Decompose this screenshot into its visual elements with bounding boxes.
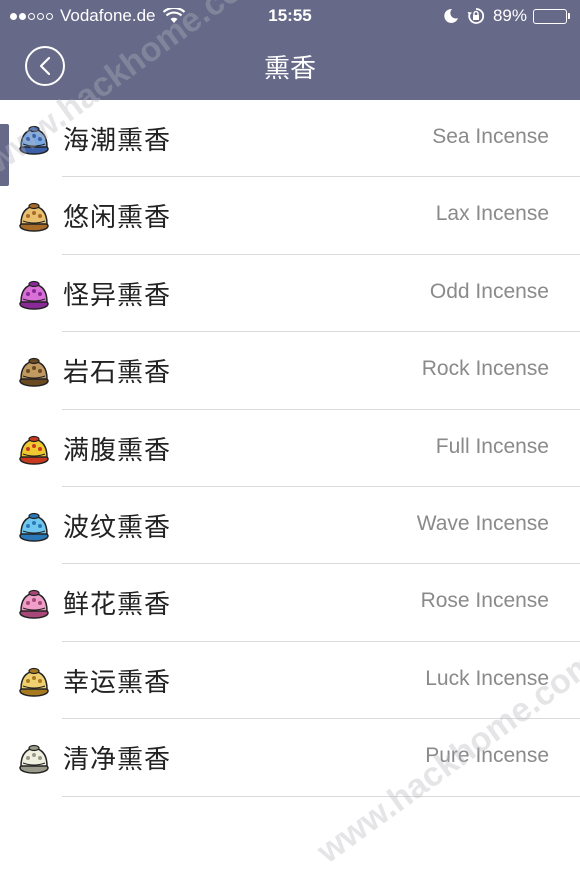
- rose-incense-icon: [19, 590, 49, 620]
- battery-icon: [533, 8, 570, 24]
- luck-incense-icon: [19, 667, 49, 697]
- item-english-name: Rose Incense: [420, 589, 549, 613]
- item-chinese-name: 怪异熏香: [63, 280, 172, 311]
- item-english-name: Sea Incense: [432, 125, 549, 148]
- list-item[interactable]: 海潮熏香 Sea Incense: [0, 100, 580, 178]
- navigation-bar: 熏香: [0, 30, 580, 100]
- item-chinese-name: 海潮熏香: [63, 126, 172, 156]
- lax-incense-icon: [19, 203, 49, 233]
- item-english-name: Rock Incense: [421, 357, 549, 381]
- sea-incense-icon: [19, 125, 49, 155]
- do-not-disturb-icon: [444, 8, 458, 23]
- item-english-name: Wave Incense: [416, 511, 549, 535]
- list-item[interactable]: 鲜花熏香 Rose Incense: [0, 564, 580, 643]
- list-item[interactable]: 波纹熏香 Wave Incense: [0, 487, 580, 565]
- item-english-name: Lax Incense: [435, 202, 549, 226]
- item-english-name: Odd Incense: [429, 279, 549, 303]
- item-chinese-name: 满腹熏香: [63, 435, 172, 466]
- item-chinese-name: 岩石熏香: [63, 358, 172, 389]
- odd-incense-icon: [19, 280, 49, 310]
- full-incense-icon: [19, 435, 49, 465]
- status-bar: Vodafone.de 15:55 89%: [0, 0, 580, 30]
- page-title: 熏香: [263, 54, 316, 84]
- item-english-name: Pure Incense: [425, 744, 549, 768]
- list-item[interactable]: 悠闲熏香 Lax Incense: [0, 177, 580, 256]
- list-item[interactable]: 怪异熏香 Odd Incense: [0, 255, 580, 333]
- item-chinese-name: 悠闲熏香: [63, 203, 172, 234]
- item-chinese-name: 鲜花熏香: [63, 590, 172, 621]
- list-item[interactable]: 清净熏香 Pure Incense: [0, 719, 580, 797]
- list-item[interactable]: 岩石熏香 Rock Incense: [0, 332, 580, 410]
- rock-incense-icon: [19, 358, 49, 387]
- item-chinese-name: 清净熏香: [63, 745, 172, 776]
- list-item[interactable]: 幸运熏香 Luck Incense: [0, 642, 580, 720]
- incense-list: 海潮熏香 Sea Incense 悠闲熏香 Lax Incense 怪异熏香 Odd In…: [0, 100, 580, 797]
- status-right: 89%: [443, 6, 570, 26]
- rotation-lock-icon: [467, 8, 485, 24]
- item-english-name: Luck Incense: [425, 666, 549, 690]
- battery-percentage: 89%: [492, 6, 527, 25]
- pure-incense-icon: [19, 745, 49, 774]
- item-chinese-name: 幸运熏香: [63, 667, 172, 698]
- item-chinese-name: 波纹熏香: [63, 512, 172, 543]
- item-english-name: Full Incense: [435, 434, 549, 458]
- list-item[interactable]: 满腹熏香 Full Incense: [0, 410, 580, 488]
- wave-incense-icon: [19, 512, 49, 542]
